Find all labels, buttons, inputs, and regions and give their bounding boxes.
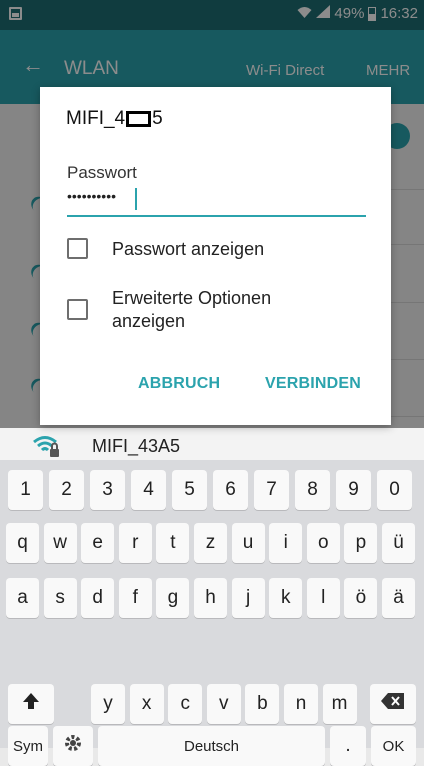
- key-g[interactable]: g: [156, 578, 190, 618]
- key-l[interactable]: l: [306, 578, 340, 618]
- text-cursor: [135, 188, 137, 210]
- key-d[interactable]: d: [81, 578, 115, 618]
- backspace-key[interactable]: [370, 684, 416, 724]
- key-p[interactable]: p: [344, 523, 378, 563]
- key-4[interactable]: 4: [131, 470, 166, 510]
- network-ssid-suffix: 5: [152, 108, 163, 129]
- network-ssid-prefix: MIFI_4: [66, 108, 126, 129]
- network-name: MIFI_43A5: [92, 436, 181, 456]
- key-o[interactable]: o: [306, 523, 340, 563]
- keyboard-settings-key[interactable]: [53, 726, 93, 766]
- symbols-key[interactable]: Sym: [8, 726, 48, 766]
- connect-dialog: MIFI_4 5 Passwort •••••••••• Passwort an…: [40, 87, 391, 425]
- password-value: ••••••••••: [67, 188, 117, 204]
- key-w[interactable]: w: [43, 523, 77, 563]
- key-ü[interactable]: ü: [382, 523, 415, 563]
- key-h[interactable]: h: [194, 578, 227, 618]
- password-label: Passwort: [67, 163, 137, 182]
- key-8[interactable]: 8: [295, 470, 330, 510]
- key-z[interactable]: z: [194, 523, 227, 563]
- show-password-label: Passwort anzeigen: [112, 239, 265, 259]
- key-m[interactable]: m: [322, 684, 357, 724]
- key-1[interactable]: 1: [8, 470, 43, 510]
- key-v[interactable]: v: [206, 684, 241, 724]
- key-k[interactable]: k: [269, 578, 303, 618]
- gear-icon: [63, 733, 83, 759]
- dialog-title: MIFI_4 5: [66, 108, 163, 130]
- key-y[interactable]: y: [91, 684, 125, 724]
- key-ä[interactable]: ä: [382, 578, 415, 618]
- show-password-option[interactable]: Passwort anzeigen: [67, 238, 264, 261]
- period-key[interactable]: .: [330, 726, 366, 766]
- network-list-item[interactable]: MIFI_43A5: [0, 428, 424, 462]
- key-c[interactable]: c: [168, 684, 203, 724]
- key-9[interactable]: 9: [336, 470, 371, 510]
- key-e[interactable]: e: [81, 523, 115, 563]
- backspace-icon: [381, 693, 405, 715]
- key-6[interactable]: 6: [213, 470, 248, 510]
- advanced-options-label: Erweiterte Optionen anzeigen: [112, 288, 272, 331]
- advanced-options-option[interactable]: Erweiterte Optionen anzeigen: [67, 287, 271, 333]
- wifi-lock-icon: [32, 434, 62, 458]
- shift-key[interactable]: [8, 684, 54, 724]
- shift-arrow-icon: [22, 692, 40, 716]
- key-s[interactable]: s: [43, 578, 77, 618]
- cancel-button[interactable]: ABBRUCH: [138, 375, 220, 393]
- key-r[interactable]: r: [118, 523, 152, 563]
- key-ö[interactable]: ö: [344, 578, 378, 618]
- show-password-checkbox[interactable]: [67, 238, 88, 259]
- key-n[interactable]: n: [284, 684, 318, 724]
- on-screen-keyboard: Sym Deutsch . OK 1234567890 qwertzuiopü as…: [0, 460, 424, 766]
- key-a[interactable]: a: [6, 578, 39, 618]
- connect-button[interactable]: VERBINDEN: [265, 375, 361, 393]
- redaction-box: [126, 111, 152, 127]
- key-q[interactable]: q: [6, 523, 39, 563]
- key-3[interactable]: 3: [90, 470, 125, 510]
- key-i[interactable]: i: [269, 523, 303, 563]
- key-2[interactable]: 2: [49, 470, 84, 510]
- key-u[interactable]: u: [231, 523, 265, 563]
- key-j[interactable]: j: [231, 578, 265, 618]
- password-input[interactable]: ••••••••••: [67, 185, 366, 217]
- key-7[interactable]: 7: [254, 470, 289, 510]
- key-b[interactable]: b: [245, 684, 280, 724]
- key-x[interactable]: x: [129, 684, 164, 724]
- space-key[interactable]: Deutsch: [98, 726, 325, 766]
- key-t[interactable]: t: [156, 523, 190, 563]
- key-f[interactable]: f: [118, 578, 152, 618]
- key-5[interactable]: 5: [172, 470, 207, 510]
- ok-key[interactable]: OK: [371, 726, 416, 766]
- key-0[interactable]: 0: [377, 470, 412, 510]
- advanced-options-checkbox[interactable]: [67, 299, 88, 320]
